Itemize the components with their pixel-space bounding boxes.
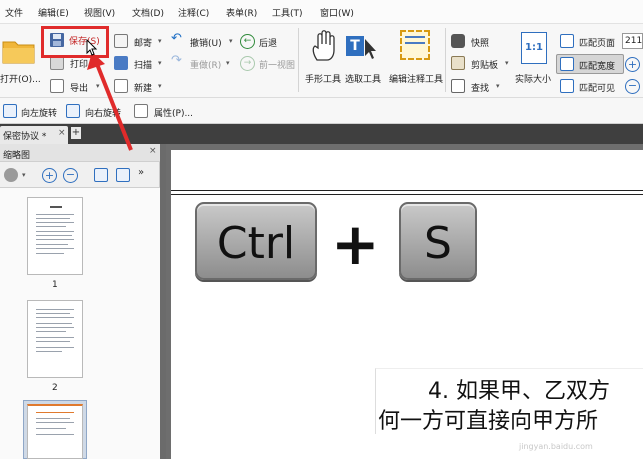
annotation-arrow [87,52,133,151]
mouse-cursor-icon [86,39,98,56]
